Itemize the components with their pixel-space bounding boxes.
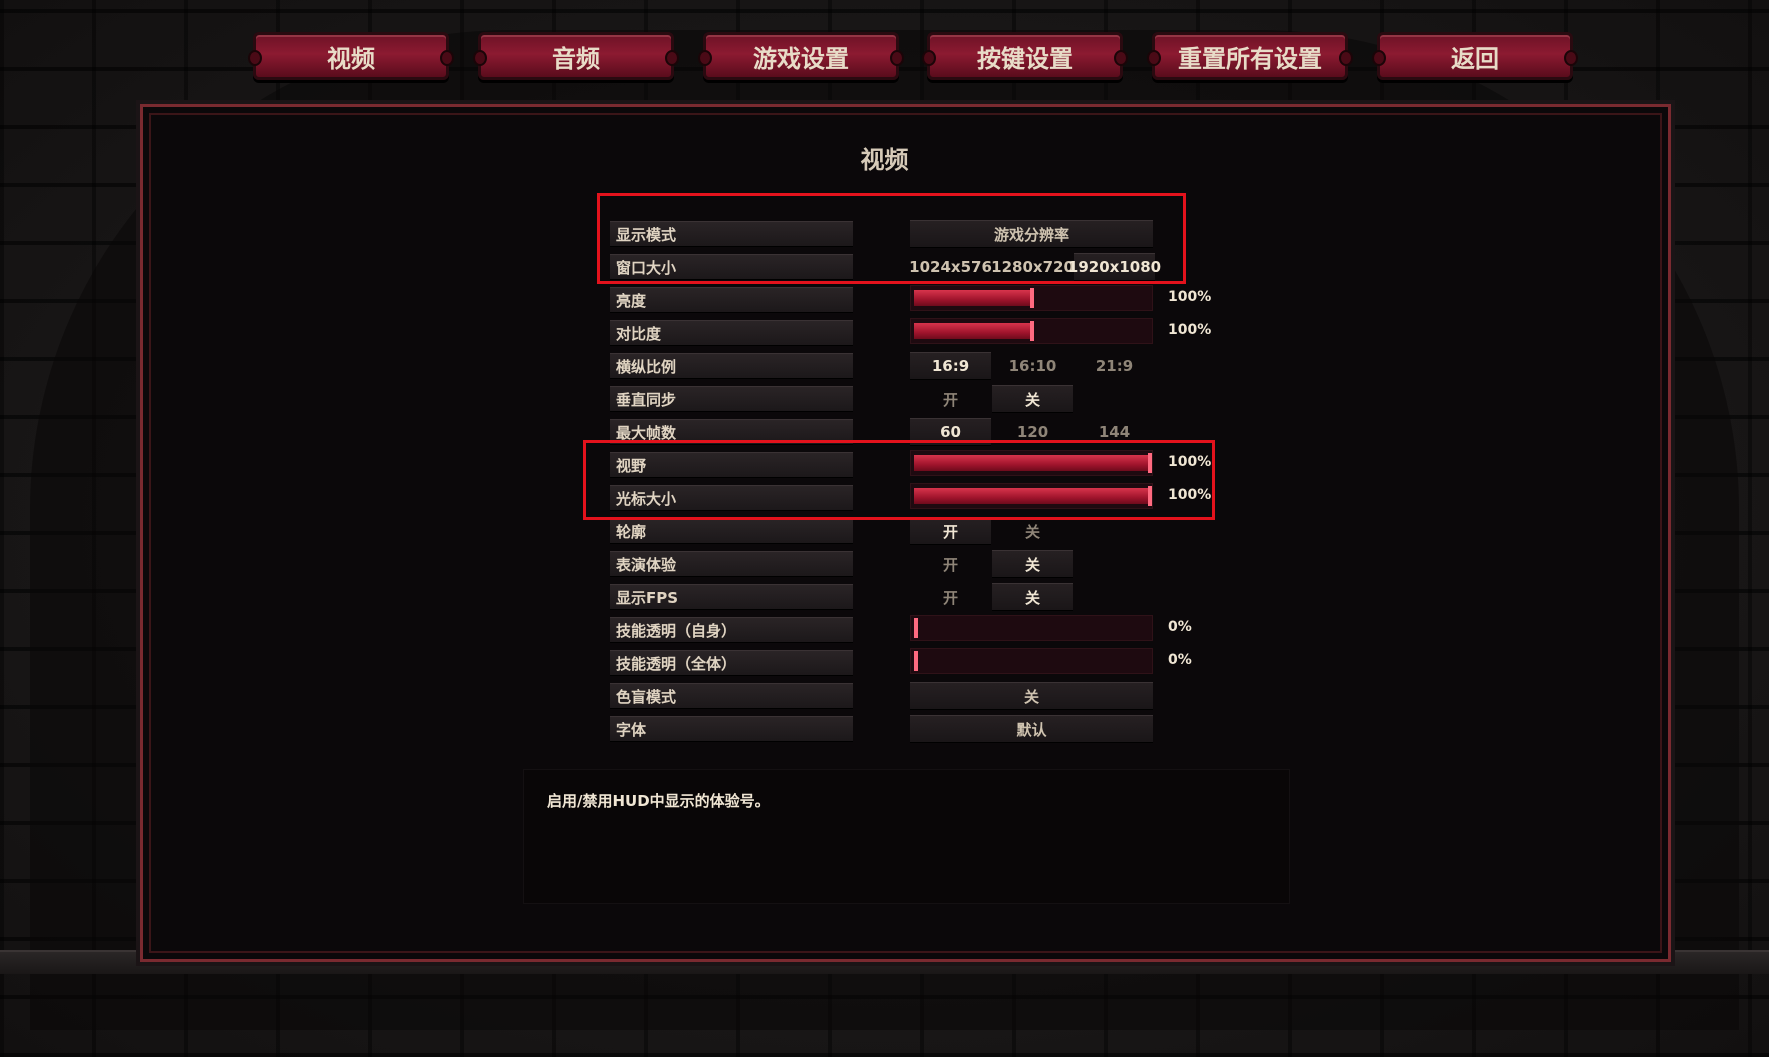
- rivet-icon: [473, 50, 487, 66]
- slider-knob[interactable]: [914, 618, 918, 638]
- skill-transparency-self-value: 0%: [1168, 619, 1192, 635]
- label-outline: 轮廓: [610, 518, 853, 544]
- panel-title: 视频: [860, 146, 909, 174]
- contrast-value: 100%: [1168, 322, 1212, 338]
- show-fps-on[interactable]: 开: [910, 583, 991, 611]
- show-fps-off[interactable]: 关: [992, 583, 1073, 611]
- tab-label: 重置所有设置: [1178, 44, 1322, 73]
- font-selector[interactable]: 默认: [910, 715, 1153, 743]
- rivet-icon: [248, 50, 262, 66]
- tab-back[interactable]: 返回: [1372, 32, 1578, 80]
- slider-fill: [914, 290, 1033, 306]
- tab-reset-all[interactable]: 重置所有设置: [1147, 32, 1353, 80]
- rivet-icon: [1114, 50, 1128, 66]
- slider-knob[interactable]: [1030, 321, 1034, 341]
- rivet-icon: [922, 50, 936, 66]
- label-brightness: 亮度: [610, 287, 853, 313]
- brightness-value: 100%: [1168, 289, 1212, 305]
- tab-video[interactable]: 视频: [248, 32, 454, 80]
- skill-transparency-self-slider[interactable]: [910, 615, 1153, 641]
- rivet-icon: [1339, 50, 1353, 66]
- brightness-slider[interactable]: [910, 285, 1153, 311]
- skill-transparency-all-slider[interactable]: [910, 648, 1153, 674]
- label-font: 字体: [610, 716, 853, 742]
- outline-on[interactable]: 开: [910, 517, 991, 545]
- outline-off[interactable]: 关: [992, 517, 1073, 545]
- rivet-icon: [440, 50, 454, 66]
- highlight-box-fov-cursor: [583, 440, 1215, 520]
- label-performance-experience: 表演体验: [610, 551, 853, 577]
- performance-off[interactable]: 关: [992, 550, 1073, 578]
- tab-label: 返回: [1451, 44, 1499, 73]
- aspect-16-9[interactable]: 16:9: [910, 352, 991, 380]
- label-contrast: 对比度: [610, 320, 853, 346]
- vsync-on[interactable]: 开: [910, 385, 991, 413]
- slider-fill: [914, 323, 1033, 339]
- slider-knob[interactable]: [914, 651, 918, 671]
- label-vsync: 垂直同步: [610, 386, 853, 412]
- rivet-icon: [665, 50, 679, 66]
- tab-key-bindings[interactable]: 按键设置: [922, 32, 1128, 80]
- label-skill-transparency-all: 技能透明（全体）: [610, 650, 853, 676]
- skill-transparency-all-value: 0%: [1168, 652, 1192, 668]
- tab-audio[interactable]: 音频: [473, 32, 679, 80]
- tab-label: 按键设置: [977, 44, 1073, 73]
- aspect-16-10[interactable]: 16:10: [992, 352, 1073, 380]
- contrast-slider[interactable]: [910, 318, 1153, 344]
- tab-label: 游戏设置: [753, 44, 849, 73]
- vsync-off[interactable]: 关: [992, 385, 1073, 413]
- rivet-icon: [698, 50, 712, 66]
- highlight-box-resolution: [597, 193, 1186, 284]
- tab-label: 视频: [327, 44, 375, 73]
- aspect-21-9[interactable]: 21:9: [1074, 352, 1155, 380]
- label-skill-transparency-self: 技能透明（自身）: [610, 617, 853, 643]
- rivet-icon: [1372, 50, 1386, 66]
- label-show-fps: 显示FPS: [610, 584, 853, 610]
- slider-knob[interactable]: [1030, 288, 1034, 308]
- tab-label: 音频: [552, 44, 600, 73]
- tab-game-settings[interactable]: 游戏设置: [698, 32, 904, 80]
- rivet-icon: [890, 50, 904, 66]
- performance-on[interactable]: 开: [910, 550, 991, 578]
- colorblind-mode-selector[interactable]: 关: [910, 682, 1153, 710]
- label-colorblind-mode: 色盲模式: [610, 683, 853, 709]
- label-aspect-ratio: 横纵比例: [610, 353, 853, 379]
- rivet-icon: [1147, 50, 1161, 66]
- rivet-icon: [1564, 50, 1578, 66]
- description-text: 启用/禁用HUD中显示的体验号。: [547, 792, 770, 810]
